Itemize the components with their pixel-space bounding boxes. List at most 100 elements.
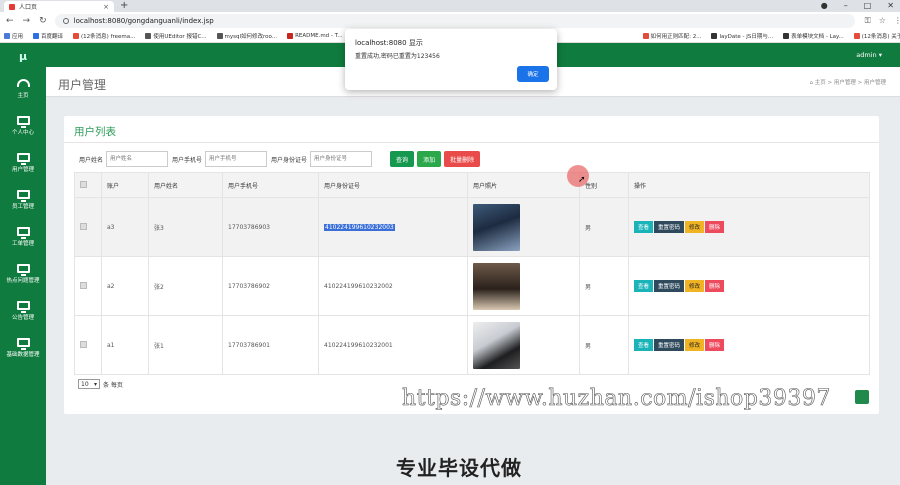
reset-password-button[interactable]: 重置密码 xyxy=(654,339,685,351)
row-checkbox[interactable] xyxy=(80,222,87,230)
close-window-icon[interactable]: ✕ xyxy=(887,0,894,12)
phone-cell: 17703786903 xyxy=(222,197,319,257)
sidebar-item-users[interactable]: 用户管理 xyxy=(0,144,46,181)
column-header: 用户手机号 xyxy=(222,172,319,198)
account-cell: a2 xyxy=(101,256,149,316)
name-input[interactable] xyxy=(106,151,169,167)
url-field[interactable]: localhost:8080/gongdanguanli/index.jsp xyxy=(54,14,855,28)
breadcrumb: ⌂ 主页 > 用户管理 > 用户管理 xyxy=(809,80,886,86)
bookmark[interactable]: 表单模块文档 - Lay... xyxy=(783,32,844,40)
bookmark[interactable]: 如何用正则匹配: 2... xyxy=(642,32,701,40)
name-cell: 张3 xyxy=(148,197,223,257)
search-button[interactable]: 查询 xyxy=(390,151,415,167)
phone-cell: 17703786901 xyxy=(222,315,319,375)
delete-button[interactable]: 删除 xyxy=(705,221,725,233)
sidebar-item-tickets[interactable]: 工单管理 xyxy=(0,218,46,255)
reset-password-button[interactable]: 重置密码 xyxy=(654,221,685,233)
tab-title: 人口页 xyxy=(19,4,38,11)
ok-button[interactable]: 确定 xyxy=(517,66,549,82)
select-all-checkbox[interactable] xyxy=(80,180,87,188)
sidebar: μ 主页 个人中心 用户管理 员工管理 工单管理 热点问题管理 公告管理 基础数… xyxy=(0,43,46,485)
sidebar-item-profile[interactable]: 个人中心 xyxy=(0,107,46,144)
key-icon[interactable]: ⚿ xyxy=(865,16,871,26)
name-cell: 张2 xyxy=(148,256,223,316)
info-icon xyxy=(62,18,69,24)
chevron-down-icon: ▾ xyxy=(93,380,97,388)
filter-label: 用户手机号 xyxy=(172,156,203,164)
logo: μ xyxy=(18,50,28,63)
phone-input[interactable] xyxy=(205,151,268,167)
bookmark[interactable]: mysql如何修改roo... xyxy=(216,32,277,40)
maximize-icon[interactable]: □ xyxy=(864,0,872,12)
bookmark[interactable]: (12条消息) 关于lay... xyxy=(853,32,900,40)
bookmark[interactable]: 应用 xyxy=(4,32,23,40)
cursor-icon: ➚ xyxy=(578,175,586,185)
bookmark[interactable]: layDate - JS日期与... xyxy=(711,32,773,40)
column-header: 用户身份证号 xyxy=(318,172,468,198)
user-photo xyxy=(473,321,520,369)
user-list-card: 用户列表 用户姓名 用户手机号 用户身份证号 查询 添加 批量删除 账户 用户姓… xyxy=(64,116,879,414)
add-button[interactable]: 添加 xyxy=(417,151,442,167)
page-size-label: 条 每页 xyxy=(103,381,123,389)
pagination: 10 ▾ 条 每页 xyxy=(78,379,123,389)
sidebar-item-hot-issues[interactable]: 热点问题管理 xyxy=(0,255,46,292)
sidebar-item-notices[interactable]: 公告管理 xyxy=(0,292,46,329)
user-photo xyxy=(473,203,520,251)
reload-icon[interactable]: ↻ xyxy=(39,16,47,26)
column-header: 操作 xyxy=(628,172,870,198)
column-header: 用户姓名 xyxy=(148,172,223,198)
id-card-cell: 410224199610232003 xyxy=(324,223,395,231)
promo-banner: 专业毕设代做 xyxy=(396,456,522,480)
view-button[interactable]: 查看 xyxy=(634,339,654,351)
reset-password-button[interactable]: 重置密码 xyxy=(654,280,685,292)
row-checkbox[interactable] xyxy=(80,340,87,348)
bookmark[interactable]: README.md - T... xyxy=(287,33,343,39)
user-photo xyxy=(473,262,520,310)
id-card-cell: 410224199610232001 xyxy=(318,315,468,375)
user-menu[interactable]: admin ▾ xyxy=(856,51,882,59)
gender-cell: 男 xyxy=(579,197,629,257)
forward-icon[interactable]: → xyxy=(23,16,31,26)
new-tab-icon[interactable]: + xyxy=(120,0,128,12)
minimize-icon[interactable]: – xyxy=(844,0,848,12)
edit-button[interactable]: 修改 xyxy=(685,280,705,292)
id-card-input[interactable] xyxy=(310,151,373,167)
view-button[interactable]: 查看 xyxy=(634,221,654,233)
batch-delete-button[interactable]: 批量删除 xyxy=(444,151,481,167)
bookmark[interactable]: 百度翻译 xyxy=(33,32,63,40)
edit-button[interactable]: 修改 xyxy=(685,339,705,351)
column-header: 账户 xyxy=(101,172,149,198)
view-button[interactable]: 查看 xyxy=(634,280,654,292)
monitor-icon xyxy=(16,226,30,239)
menu-icon[interactable]: ⋮ xyxy=(894,16,900,26)
close-tab-icon[interactable]: × xyxy=(103,3,109,11)
dialog-message: 重置成功,密码已重置为123456 xyxy=(355,53,440,60)
filter-label: 用户身份证号 xyxy=(271,156,308,164)
table-row: a2 张2 17703786902 410224199610232002 男 查… xyxy=(74,256,870,316)
address-bar: ← → ↻ localhost:8080/gongdanguanli/index… xyxy=(0,12,900,30)
browser-tab[interactable]: 人口页 × xyxy=(4,1,114,12)
star-icon[interactable]: ☆ xyxy=(879,16,886,26)
account-cell: a3 xyxy=(101,197,149,257)
sidebar-item-home[interactable]: 主页 xyxy=(0,70,46,107)
edit-button[interactable]: 修改 xyxy=(685,221,705,233)
watermark-text: https://www.huzhan.com/ishop39397 xyxy=(402,386,831,412)
row-checkbox[interactable] xyxy=(80,281,87,289)
sidebar-item-staff[interactable]: 员工管理 xyxy=(0,181,46,218)
monitor-icon xyxy=(16,337,30,350)
sidebar-item-base-data[interactable]: 基础数据管理 xyxy=(0,329,46,366)
user-table: 账户 用户姓名 用户手机号 用户身份证号 用户照片 性别 操作 a3 张3 17… xyxy=(74,172,870,375)
bookmark[interactable]: 使用UEditor 报错C... xyxy=(145,32,207,40)
monitor-icon xyxy=(16,300,30,313)
phone-cell: 17703786902 xyxy=(222,256,319,316)
url-text: localhost:8080/gongdanguanli/index.jsp xyxy=(73,17,214,25)
browser-tabbar: 人口页 × + ● – □ ✕ xyxy=(0,0,900,12)
profile-icon[interactable]: ● xyxy=(821,0,828,12)
delete-button[interactable]: 删除 xyxy=(705,280,725,292)
select-all-cell xyxy=(74,172,102,198)
gender-cell: 男 xyxy=(579,256,629,316)
bookmark[interactable]: (12条消息) freema... xyxy=(73,32,135,40)
back-icon[interactable]: ← xyxy=(6,16,14,26)
page-size-select[interactable]: 10 ▾ xyxy=(78,379,100,389)
delete-button[interactable]: 删除 xyxy=(705,339,725,351)
